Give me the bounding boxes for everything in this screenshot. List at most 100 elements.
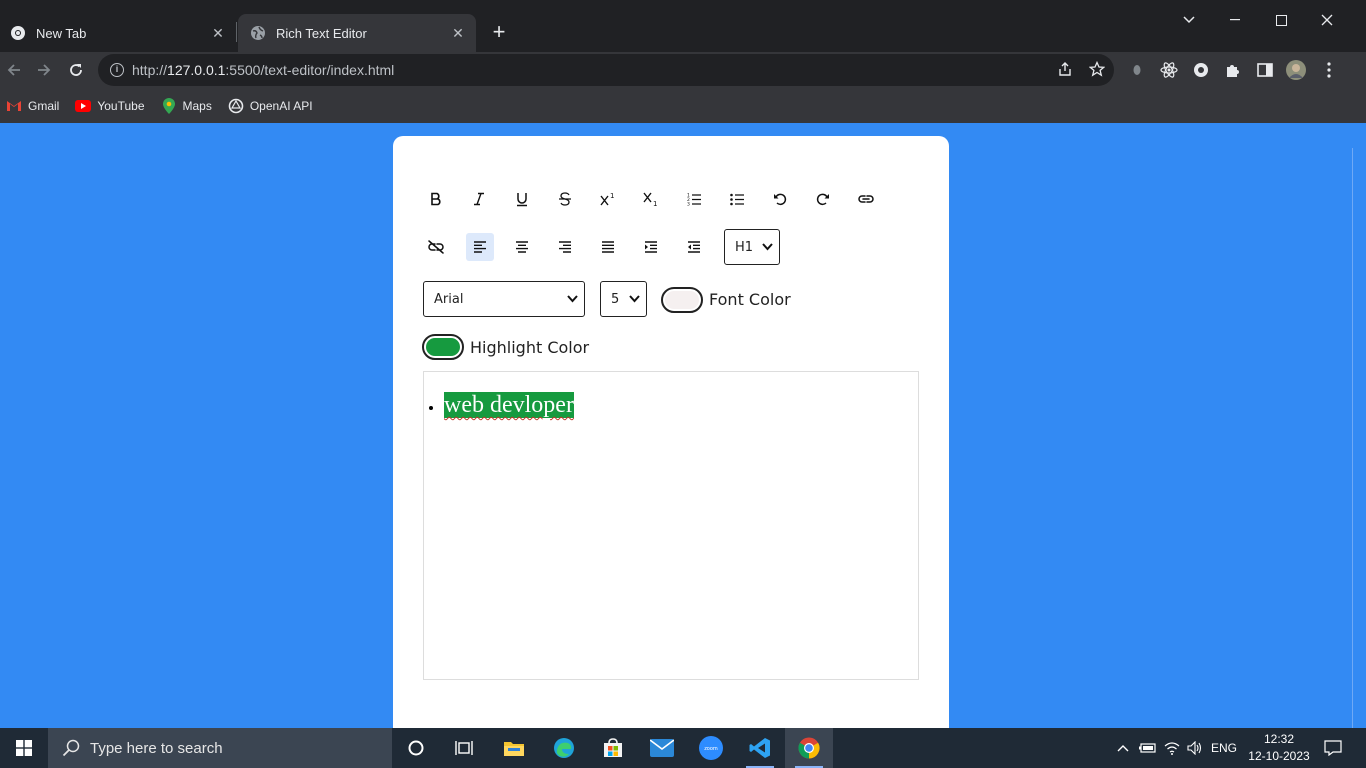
tab-search-button[interactable] bbox=[1166, 0, 1212, 40]
search-icon bbox=[62, 739, 80, 757]
maximize-button[interactable] bbox=[1258, 0, 1304, 40]
forward-button[interactable] bbox=[30, 56, 58, 84]
vscode-button[interactable] bbox=[736, 728, 784, 768]
superscript-button[interactable]: 1 bbox=[594, 185, 622, 213]
outdent-button[interactable] bbox=[680, 233, 708, 261]
align-center-button[interactable] bbox=[508, 233, 536, 261]
justify-button[interactable] bbox=[594, 233, 622, 261]
address-bar[interactable]: i http://127.0.0.1:5500/text-editor/inde… bbox=[98, 54, 1114, 86]
chevron-down-icon bbox=[1183, 16, 1195, 24]
font-color-picker[interactable] bbox=[661, 287, 703, 313]
site-info-icon[interactable]: i bbox=[110, 63, 124, 77]
undo-button[interactable] bbox=[766, 185, 794, 213]
bookmark-openai-api[interactable]: OpenAI API bbox=[228, 98, 313, 114]
unordered-list-button[interactable] bbox=[723, 185, 751, 213]
mail-icon bbox=[650, 739, 674, 757]
heading-select[interactable]: H1 bbox=[724, 229, 780, 265]
input-language-button[interactable]: ENG bbox=[1208, 728, 1240, 768]
start-button[interactable] bbox=[0, 728, 48, 768]
svg-text:1: 1 bbox=[653, 200, 657, 206]
tab-new-tab[interactable]: New Tab ✕ bbox=[0, 14, 236, 52]
cortana-button[interactable] bbox=[392, 728, 440, 768]
avatar-icon bbox=[1286, 60, 1306, 80]
battery-button[interactable] bbox=[1136, 728, 1160, 768]
svg-text:1: 1 bbox=[610, 192, 614, 200]
close-tab-icon[interactable]: ✕ bbox=[206, 25, 230, 42]
cortana-icon bbox=[408, 740, 424, 756]
italic-icon bbox=[474, 192, 484, 206]
font-size-value: 5 bbox=[611, 291, 620, 307]
minimize-icon bbox=[1230, 19, 1240, 21]
openai-icon bbox=[228, 98, 244, 114]
new-tab-button[interactable]: + bbox=[486, 20, 512, 46]
highlight-color-picker[interactable] bbox=[422, 334, 464, 360]
indent-icon bbox=[645, 241, 657, 253]
extension-button[interactable] bbox=[1191, 60, 1211, 80]
page-scrollbar[interactable] bbox=[1352, 148, 1366, 728]
bookmark-youtube[interactable]: YouTube bbox=[75, 98, 145, 114]
link-button[interactable] bbox=[852, 185, 880, 213]
underline-icon bbox=[517, 192, 527, 206]
show-hidden-icons-button[interactable] bbox=[1112, 728, 1134, 768]
strikethrough-button[interactable] bbox=[551, 185, 579, 213]
reload-button[interactable] bbox=[62, 56, 90, 84]
profile-avatar[interactable] bbox=[1286, 60, 1306, 80]
align-left-button[interactable] bbox=[466, 233, 494, 261]
extensions-menu-button[interactable] bbox=[1223, 60, 1243, 80]
ordered-list-button[interactable]: 123 bbox=[680, 185, 708, 213]
editor-content-area[interactable]: web devloper bbox=[423, 371, 919, 680]
chrome-taskbar-button[interactable] bbox=[785, 728, 833, 768]
file-explorer-button[interactable] bbox=[490, 728, 538, 768]
star-icon bbox=[1089, 61, 1105, 77]
taskbar-search-box[interactable]: Type here to search bbox=[48, 728, 392, 768]
tab-rich-text-editor[interactable]: Rich Text Editor ✕ bbox=[238, 14, 476, 52]
store-icon bbox=[604, 738, 622, 757]
redo-button[interactable] bbox=[809, 185, 837, 213]
bold-button[interactable] bbox=[422, 185, 450, 213]
url-host: 127.0.0.1 bbox=[167, 62, 226, 78]
subscript-icon: 1 bbox=[643, 192, 657, 206]
highlight-color-swatch bbox=[426, 338, 460, 356]
font-family-value: Arial bbox=[434, 291, 464, 307]
extension-button[interactable] bbox=[1127, 60, 1147, 80]
network-button[interactable] bbox=[1160, 728, 1184, 768]
bookmark-gmail[interactable]: Gmail bbox=[6, 98, 59, 114]
align-right-button[interactable] bbox=[551, 233, 579, 261]
clock[interactable]: 12:32 12-10-2023 bbox=[1244, 731, 1314, 765]
mail-button[interactable] bbox=[638, 728, 686, 768]
share-icon bbox=[1059, 62, 1071, 76]
volume-button[interactable] bbox=[1184, 728, 1206, 768]
close-tab-icon[interactable]: ✕ bbox=[446, 25, 470, 42]
extension-circle-icon bbox=[1194, 63, 1208, 77]
notifications-button[interactable] bbox=[1318, 728, 1348, 768]
edge-button[interactable] bbox=[540, 728, 588, 768]
close-window-button[interactable] bbox=[1304, 0, 1350, 40]
zoom-button[interactable]: zoom bbox=[687, 728, 735, 768]
align-left-icon bbox=[474, 241, 486, 253]
back-button[interactable] bbox=[0, 56, 28, 84]
italic-button[interactable] bbox=[465, 185, 493, 213]
list-item[interactable]: web devloper bbox=[444, 392, 574, 419]
underline-button[interactable] bbox=[508, 185, 536, 213]
minimize-button[interactable] bbox=[1212, 0, 1258, 40]
chrome-menu-button[interactable] bbox=[1319, 60, 1339, 80]
bookmark-star-button[interactable] bbox=[1088, 60, 1106, 78]
highlighted-text[interactable]: web devloper bbox=[444, 392, 574, 418]
font-size-select[interactable]: 5 bbox=[600, 281, 647, 317]
tab-title: Rich Text Editor bbox=[276, 25, 367, 41]
wifi-icon bbox=[1164, 742, 1180, 755]
task-view-button[interactable] bbox=[440, 728, 488, 768]
subscript-button[interactable]: 1 bbox=[637, 185, 665, 213]
align-right-icon bbox=[559, 241, 571, 253]
indent-button[interactable] bbox=[637, 233, 665, 261]
clock-time: 12:32 bbox=[1263, 732, 1295, 746]
react-devtools-button[interactable] bbox=[1159, 60, 1179, 80]
unlink-button[interactable] bbox=[422, 233, 450, 261]
font-family-select[interactable]: Arial bbox=[423, 281, 585, 317]
microsoft-store-button[interactable] bbox=[589, 728, 637, 768]
bookmark-maps[interactable]: Maps bbox=[161, 97, 212, 114]
bookmark-label: OpenAI API bbox=[249, 98, 313, 113]
gmail-icon bbox=[6, 98, 22, 114]
side-panel-button[interactable] bbox=[1255, 60, 1275, 80]
share-button[interactable] bbox=[1056, 60, 1074, 78]
